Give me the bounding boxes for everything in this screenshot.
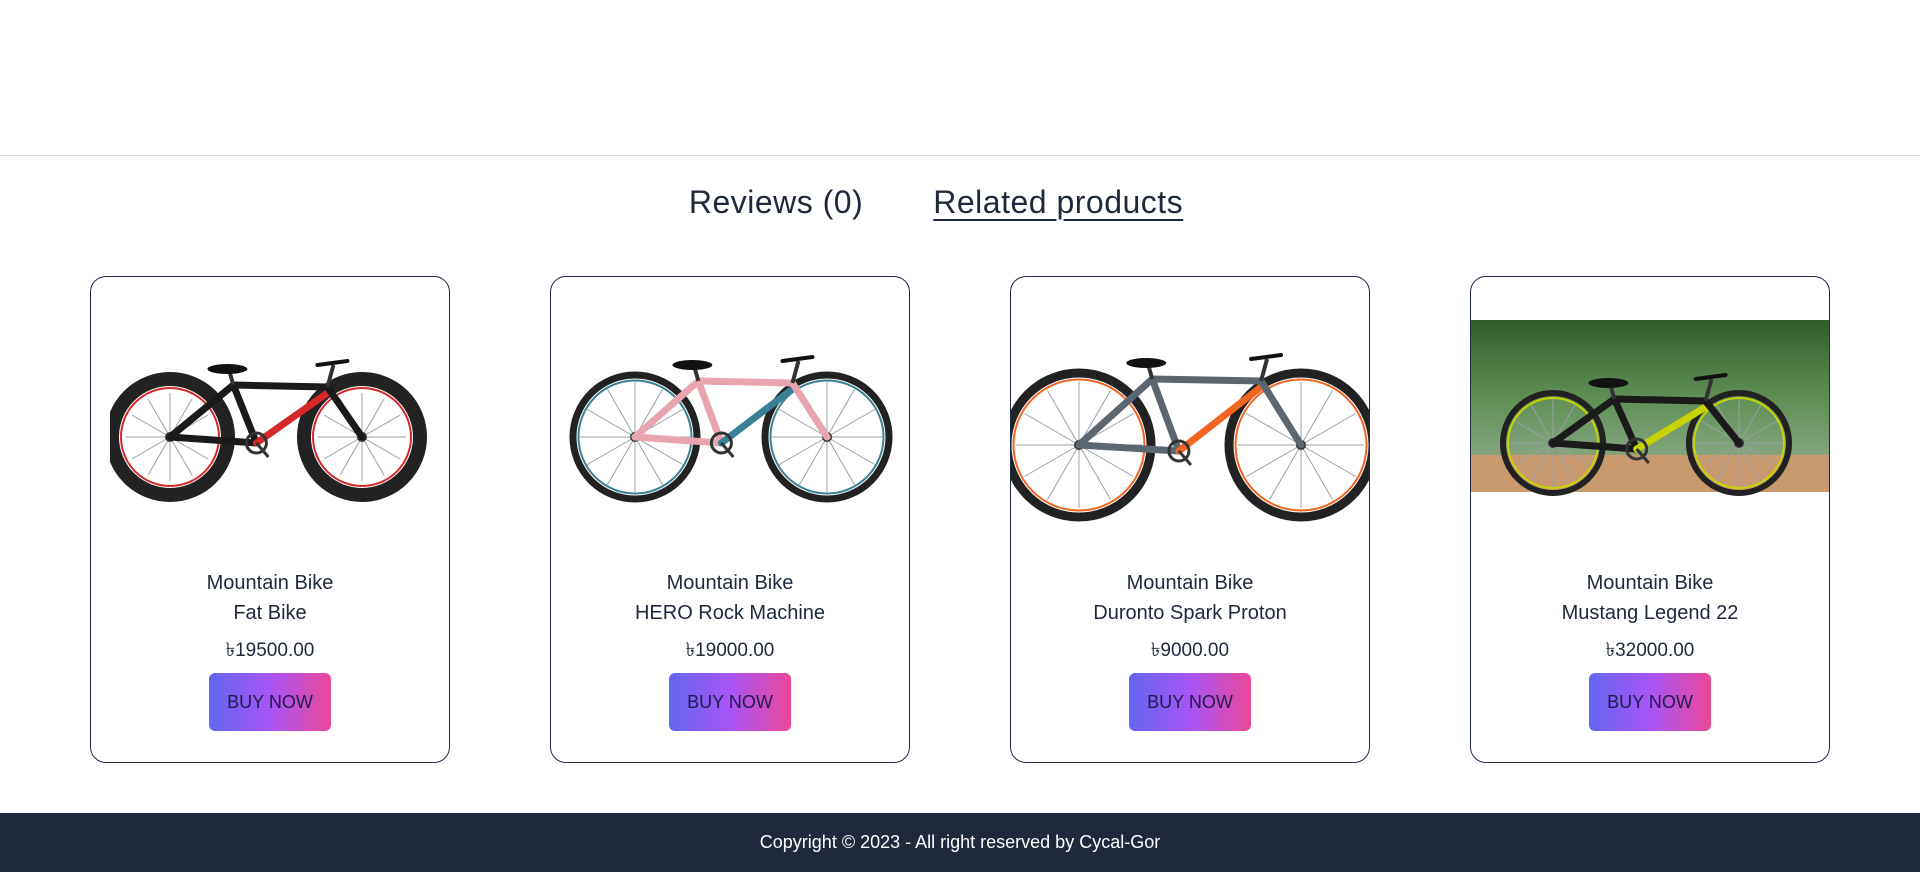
fat-bike-image[interactable] [91, 277, 449, 537]
site-footer: Copyright © 2023 - All right reserved by… [0, 813, 1920, 872]
product-category: Mountain Bike [1126, 572, 1254, 594]
product-price: ৳19000.00 [685, 640, 775, 661]
product-name: Duronto Spark Proton [1093, 602, 1287, 624]
frame-tube [323, 383, 366, 441]
saddle [1588, 378, 1629, 388]
mustang-legend-22-image[interactable] [1471, 277, 1829, 537]
copyright-text: Copyright © 2023 - All right reserved by… [759, 832, 1161, 852]
frame-tube [1175, 383, 1265, 455]
bike-icon [569, 355, 893, 503]
product-category: Mountain Bike [666, 572, 794, 594]
frame-tube [1257, 377, 1305, 449]
frame-tube [1148, 375, 1265, 385]
product-price: ৳32000.00 [1605, 640, 1695, 661]
product-tabs: Reviews (0) Related products [0, 184, 1920, 221]
product-card: Mountain Bike Fat Bike ৳19500.00 BUY NOW [90, 276, 450, 763]
product-price: ৳9000.00 [1150, 640, 1230, 661]
tab-reviews[interactable]: Reviews (0) [689, 184, 863, 221]
product-card: Mountain Bike Mustang Legend 22 ৳32000.0… [1470, 276, 1830, 763]
buy-now-button[interactable]: BUY NOW [669, 673, 791, 731]
frame-tube [229, 381, 331, 391]
hero-rock-machine-image[interactable] [551, 277, 909, 537]
tab-related-products[interactable]: Related products [933, 184, 1183, 221]
product-card: Mountain Bike HERO Rock Machine ৳19000.0… [550, 276, 910, 763]
page-top-area [0, 0, 1920, 156]
product-name: Fat Bike [233, 602, 307, 624]
buy-now-button[interactable]: BUY NOW [1129, 673, 1251, 731]
frame-tube [1075, 441, 1183, 455]
buy-now-button[interactable]: BUY NOW [1589, 673, 1711, 731]
frame-tube [694, 377, 796, 387]
saddle [672, 360, 713, 370]
product-card: Mountain Bike Duronto Spark Proton ৳9000… [1010, 276, 1370, 763]
duronto-spark-proton-image[interactable] [1011, 277, 1369, 537]
saddle [207, 364, 248, 374]
bike-icon [110, 359, 427, 502]
bike-icon [1011, 353, 1369, 522]
frame-tube [631, 433, 725, 447]
product-category: Mountain Bike [206, 572, 334, 594]
frame-tube [166, 433, 260, 447]
buy-now-button[interactable]: BUY NOW [209, 673, 331, 731]
saddle [1126, 358, 1167, 368]
product-name: Mustang Legend 22 [1561, 602, 1739, 624]
frame-tube [717, 385, 796, 447]
frame-tube [1610, 395, 1710, 405]
handlebar [1249, 353, 1284, 361]
product-category: Mountain Bike [1586, 572, 1714, 594]
product-name: HERO Rock Machine [634, 602, 826, 624]
product-price: ৳19500.00 [225, 640, 315, 661]
handlebar [780, 355, 815, 363]
frame-tube [1148, 375, 1183, 455]
handlebar [315, 359, 350, 367]
related-products-grid: Mountain Bike Fat Bike ৳19500.00 BUY NOW… [90, 276, 1830, 763]
frame-tube [788, 379, 831, 441]
